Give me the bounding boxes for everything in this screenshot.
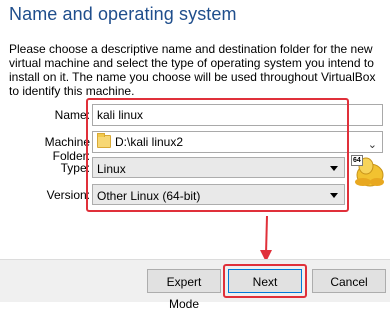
highlight-box-form [86,98,349,212]
version-label: Version: [46,188,90,202]
cancel-button[interactable]: Cancel [312,269,386,293]
machine-folder-label: Machine Folder: [44,135,90,163]
page-title: Name and operating system [9,4,237,24]
name-label: Name: [54,108,90,122]
annotation-arrow [260,215,272,262]
chevron-down-icon[interactable]: ⌄ [368,138,377,151]
description-text: Please choose a descriptive name and des… [9,42,376,98]
expert-mode-button[interactable]: Expert Mode [147,269,221,311]
type-label: Type: [60,161,90,175]
os-bitness-badge: 64 [351,155,363,166]
highlight-box-next [223,264,307,298]
